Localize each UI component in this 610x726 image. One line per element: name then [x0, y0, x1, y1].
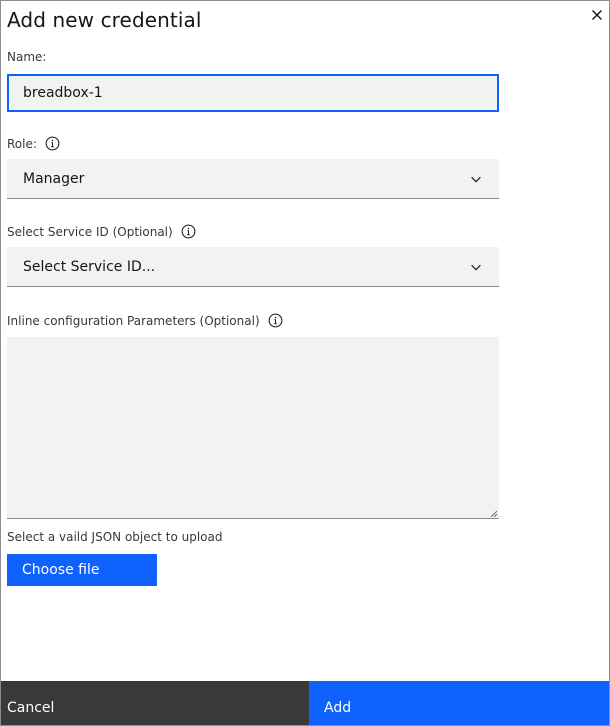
info-icon[interactable]	[45, 136, 60, 151]
role-select[interactable]: Manager	[7, 159, 499, 199]
name-label: Name:	[7, 50, 47, 64]
chevron-down-icon	[471, 176, 481, 182]
add-label: Add	[324, 700, 352, 716]
dialog-footer: Cancel Add	[1, 681, 609, 725]
role-label: Role:	[7, 136, 60, 151]
add-credential-dialog: Add new credential Name: Role: Manager S…	[0, 0, 610, 726]
service-id-select-value: Select Service ID...	[23, 258, 156, 275]
role-select-value: Manager	[23, 170, 85, 187]
cancel-button[interactable]: Cancel	[1, 681, 309, 725]
close-icon[interactable]	[589, 7, 605, 23]
choose-file-button[interactable]: Choose file	[7, 554, 157, 586]
choose-file-label: Choose file	[22, 562, 100, 578]
dialog-title: Add new credential	[7, 8, 202, 32]
cancel-label: Cancel	[7, 700, 55, 716]
info-icon[interactable]	[268, 313, 283, 328]
service-id-label: Select Service ID (Optional)	[7, 224, 196, 239]
service-id-select[interactable]: Select Service ID...	[7, 247, 499, 287]
resize-grip-icon[interactable]	[490, 510, 498, 518]
add-button[interactable]: Add	[309, 681, 609, 725]
inline-params-label: Inline configuration Parameters (Optiona…	[7, 313, 283, 328]
info-icon[interactable]	[181, 224, 196, 239]
chevron-down-icon	[471, 264, 481, 270]
upload-helper-text: Select a vaild JSON object to upload	[7, 530, 223, 544]
inline-params-textarea[interactable]	[7, 337, 499, 519]
name-input[interactable]	[7, 74, 499, 112]
